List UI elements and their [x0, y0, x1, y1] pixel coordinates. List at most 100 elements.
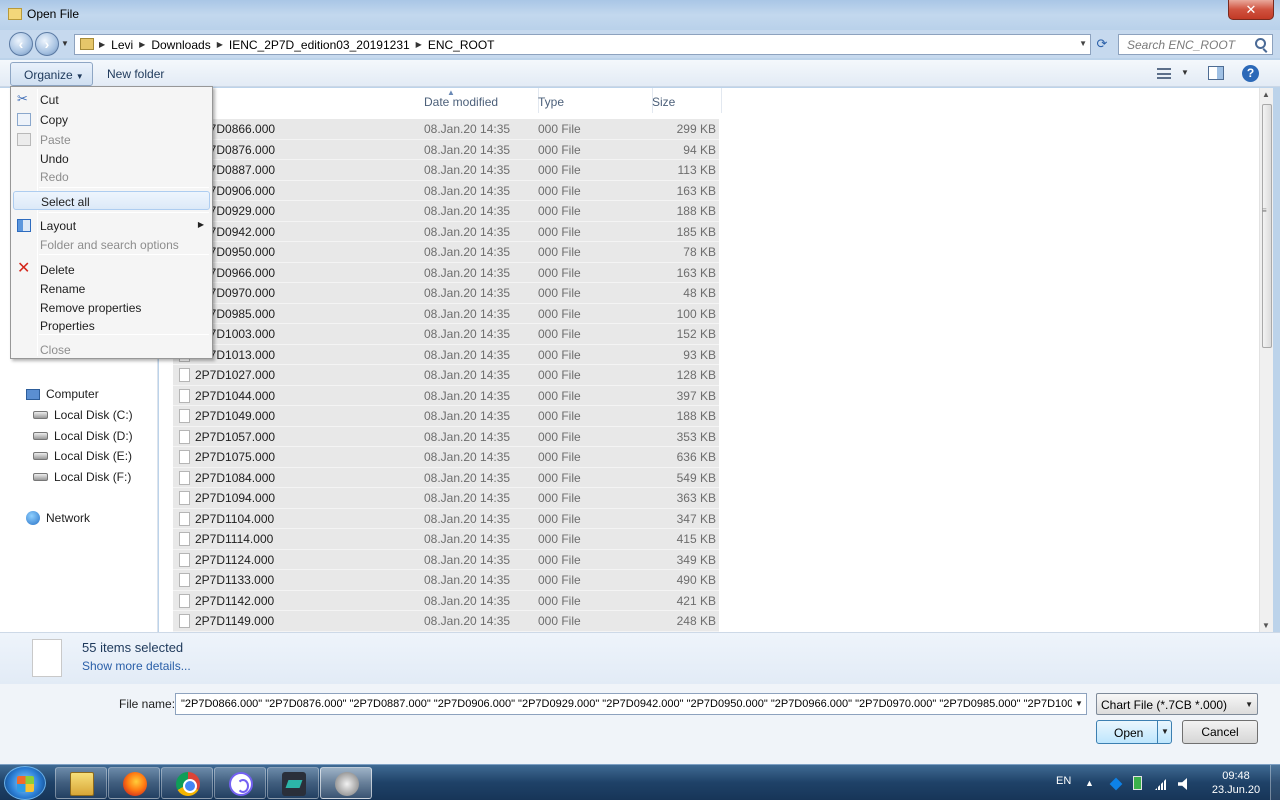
show-desktop-button[interactable]	[1270, 765, 1280, 800]
show-more-details-link[interactable]: Show more details...	[82, 659, 191, 673]
scroll-down-icon[interactable]: ▼	[1262, 621, 1270, 630]
nav-item-disk-c[interactable]: Local Disk (C:)	[33, 408, 133, 422]
network-signal-icon[interactable]	[1155, 778, 1167, 790]
table-row[interactable]: 2P7D1149.000 08.Jan.20 14:35 000 File 248 K…	[173, 611, 719, 632]
view-dropdown[interactable]: ▼	[1181, 68, 1189, 77]
start-button[interactable]	[4, 766, 46, 800]
table-row[interactable]: 2P7D1075.000 08.Jan.20 14:35 000 File 636 K…	[173, 447, 719, 468]
breadcrumb-item[interactable]: ENC_ROOT	[422, 38, 501, 52]
nav-item-disk-f[interactable]: Local Disk (F:)	[33, 470, 131, 484]
menu-item-folder-and-search-options[interactable]: Folder and search options	[13, 235, 210, 254]
table-row[interactable]: 2P7D0887.000 08.Jan.20 14:35 000 File 113 K…	[173, 160, 719, 181]
file-date: 08.Jan.20 14:35	[424, 429, 511, 444]
taskbar-app-explorer[interactable]	[55, 767, 107, 799]
address-dropdown[interactable]: ▼	[1079, 39, 1087, 48]
table-row[interactable]: 2P7D1114.000 08.Jan.20 14:35 000 File 415 K…	[173, 529, 719, 550]
table-row[interactable]: 2P7D1027.000 08.Jan.20 14:35 000 File 128 K…	[173, 365, 719, 386]
chevron-down-icon[interactable]: ▼	[1072, 694, 1086, 714]
menu-item-delete[interactable]: ✕ Delete	[13, 260, 210, 279]
menu-item-properties[interactable]: Properties	[13, 316, 210, 335]
table-row[interactable]: 2P7D1124.000 08.Jan.20 14:35 000 File 349 K…	[173, 549, 719, 570]
menu-item-select-all[interactable]: Select all	[13, 191, 210, 210]
nav-item-computer[interactable]: Computer	[26, 387, 99, 401]
menu-item-layout[interactable]: Layout ▶	[13, 216, 210, 235]
help-icon[interactable]: ?	[1242, 65, 1259, 82]
dropbox-icon[interactable]	[1109, 777, 1123, 791]
menu-item-close[interactable]: Close	[13, 340, 210, 359]
nav-item-disk-d[interactable]: Local Disk (D:)	[33, 429, 133, 443]
taskbar-app-chrome[interactable]	[161, 767, 213, 799]
table-row[interactable]: 2P7D0906.000 08.Jan.20 14:35 000 File 163 K…	[173, 180, 719, 201]
cancel-button[interactable]: Cancel	[1182, 720, 1258, 744]
close-button[interactable]: ✕	[1228, 0, 1274, 20]
table-row[interactable]: 2P7D0950.000 08.Jan.20 14:35 000 File 78 KB	[173, 242, 719, 263]
volume-icon[interactable]	[1178, 778, 1187, 790]
column-header-date[interactable]: Date modified	[424, 88, 539, 113]
breadcrumb-item[interactable]: Downloads	[145, 38, 216, 52]
table-row[interactable]: 2P7D0866.000 08.Jan.20 14:35 000 File 299 K…	[173, 119, 719, 140]
nav-item-disk-e[interactable]: Local Disk (E:)	[33, 449, 132, 463]
scrollbar-thumb[interactable]	[1262, 104, 1272, 348]
address-bar[interactable]: ▶ Levi ▶ Downloads ▶ IENC_2P7D_edition03…	[74, 34, 1091, 55]
organize-button[interactable]: Organize ▼	[10, 62, 93, 86]
menu-item-copy[interactable]: Copy	[13, 110, 210, 129]
table-row[interactable]: 2P7D1084.000 08.Jan.20 14:35 000 File 549 K…	[173, 467, 719, 488]
file-icon	[179, 388, 190, 403]
table-row[interactable]: 2P7D0985.000 08.Jan.20 14:35 000 File 100 K…	[173, 303, 719, 324]
view-options-icon[interactable]	[1157, 68, 1171, 79]
menu-item-rename[interactable]: Rename	[13, 279, 210, 298]
table-row[interactable]: 2P7D1094.000 08.Jan.20 14:35 000 File 363 K…	[173, 488, 719, 509]
table-row[interactable]: 2P7D1057.000 08.Jan.20 14:35 000 File 353 K…	[173, 426, 719, 447]
taskbar-app-nav-app[interactable]	[267, 767, 319, 799]
file-type: 000 File	[538, 204, 581, 218]
scroll-up-icon[interactable]: ▲	[1262, 90, 1270, 99]
show-hidden-icons-icon[interactable]: ▲	[1085, 778, 1097, 790]
battery-icon[interactable]	[1133, 776, 1142, 790]
table-row[interactable]: 2P7D1133.000 08.Jan.20 14:35 000 File 490 K…	[173, 570, 719, 591]
file-size: 636 KB	[676, 450, 716, 464]
file-name-input[interactable]: "2P7D0866.000" "2P7D0876.000" "2P7D0887.…	[175, 693, 1087, 715]
search-input[interactable]: Search ENC_ROOT	[1118, 34, 1273, 55]
breadcrumb-item[interactable]: Levi	[105, 38, 139, 52]
table-row[interactable]: 2P7D0876.000 08.Jan.20 14:35 000 File 94 KB	[173, 139, 719, 160]
table-row[interactable]: 2P7D1044.000 08.Jan.20 14:35 000 File 397 K…	[173, 385, 719, 406]
table-row[interactable]: 2P7D1142.000 08.Jan.20 14:35 000 File 421 K…	[173, 590, 719, 611]
table-row[interactable]: 2P7D0966.000 08.Jan.20 14:35 000 File 163 K…	[173, 262, 719, 283]
table-row[interactable]: 2P7D1104.000 08.Jan.20 14:35 000 File 347 K…	[173, 508, 719, 529]
open-button[interactable]: Open ▼	[1096, 720, 1172, 744]
taskbar-app-firefox[interactable]	[108, 767, 160, 799]
refresh-icon[interactable]: ⟳	[1094, 36, 1110, 52]
taskbar-app-viber[interactable]	[214, 767, 266, 799]
forward-button[interactable]: ›	[35, 32, 59, 56]
recent-locations-dropdown[interactable]: ▼	[61, 39, 69, 48]
clock[interactable]: 09:48 23.Jun.20	[1208, 769, 1264, 797]
file-size: 549 KB	[676, 470, 716, 485]
menu-item-remove-properties[interactable]: Remove properties	[13, 298, 210, 317]
table-row[interactable]: 2P7D1049.000 08.Jan.20 14:35 000 File 188 K…	[173, 406, 719, 427]
nav-item-network[interactable]: Network	[26, 511, 90, 525]
back-button[interactable]: ‹	[9, 32, 33, 56]
vertical-scrollbar[interactable]: ▲ ≡ ▼	[1259, 88, 1273, 632]
open-options-dropdown[interactable]: ▼	[1157, 721, 1172, 743]
column-header-size[interactable]: Size	[652, 88, 722, 113]
table-row[interactable]: 2P7D0929.000 08.Jan.20 14:35 000 File 188 K…	[173, 201, 719, 222]
search-icon[interactable]	[1255, 38, 1266, 49]
breadcrumb-item[interactable]: IENC_2P7D_edition03_20191231	[223, 38, 416, 52]
file-date: 08.Jan.20 14:35	[424, 245, 511, 259]
new-folder-button[interactable]: New folder	[107, 67, 164, 81]
file-type-select[interactable]: Chart File (*.7CB *.000) ▼	[1096, 693, 1258, 715]
column-header-type[interactable]: Type	[538, 88, 653, 113]
taskbar-app-search-app[interactable]	[320, 767, 372, 799]
file-name-value: "2P7D0866.000" "2P7D0876.000" "2P7D0887.…	[181, 698, 1080, 710]
language-indicator[interactable]: EN	[1056, 775, 1071, 800]
table-row[interactable]: 2P7D1003.000 08.Jan.20 14:35 000 File 152 K…	[173, 324, 719, 345]
preview-pane-icon[interactable]	[1208, 66, 1224, 80]
menu-item-redo[interactable]: Redo	[13, 167, 210, 186]
menu-item-cut[interactable]: ✂ Cut	[13, 90, 210, 109]
menu-item-paste[interactable]: Paste	[13, 130, 210, 149]
table-row[interactable]: 2P7D0942.000 08.Jan.20 14:35 000 File 185 K…	[173, 221, 719, 242]
file-date: 08.Jan.20 14:35	[424, 204, 511, 218]
menu-item-undo[interactable]: Undo	[13, 149, 210, 168]
table-row[interactable]: 2P7D1013.000 08.Jan.20 14:35 000 File 93 KB	[173, 344, 719, 365]
table-row[interactable]: 2P7D0970.000 08.Jan.20 14:35 000 File 48 KB	[173, 283, 719, 304]
